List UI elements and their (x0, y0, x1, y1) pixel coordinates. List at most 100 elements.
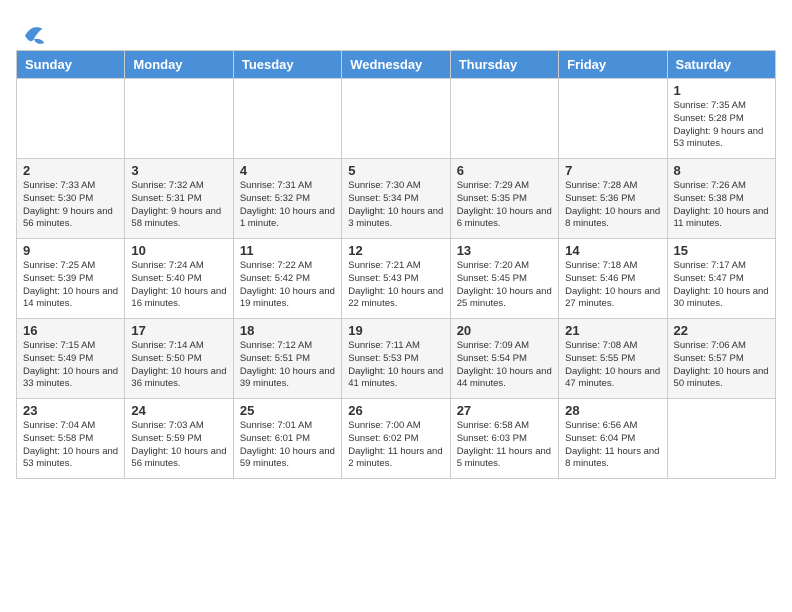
calendar-week-row: 2Sunrise: 7:33 AM Sunset: 5:30 PM Daylig… (17, 159, 776, 239)
day-number: 12 (348, 243, 443, 258)
day-number: 24 (131, 403, 226, 418)
day-info: Sunrise: 6:58 AM Sunset: 6:03 PM Dayligh… (457, 420, 552, 471)
day-info: Sunrise: 7:35 AM Sunset: 5:28 PM Dayligh… (674, 100, 769, 151)
day-of-week-header: Tuesday (233, 51, 341, 79)
calendar-week-row: 16 Sunrise: 7:15 AM Sunset: 5:49 PM Dayli… (17, 319, 776, 399)
day-info: Sunrise: 7:28 AM Sunset: 5:36 PM Dayligh… (565, 180, 660, 231)
day-info: Sunrise: 7:09 AM Sunset: 5:54 PM Dayligh… (457, 340, 552, 391)
calendar-cell: 1 Sunrise: 7:35 AM Sunset: 5:28 PM Daylig… (667, 79, 775, 159)
calendar-cell (17, 79, 125, 159)
day-number: 18 (240, 323, 335, 338)
day-info: Sunrise: 7:30 AM Sunset: 5:34 PM Dayligh… (348, 180, 443, 231)
calendar-cell (667, 399, 775, 479)
calendar-cell: 25 Sunrise: 7:01 AM Sunset: 6:01 PM Dayli… (233, 399, 341, 479)
day-of-week-header: Saturday (667, 51, 775, 79)
day-number: 9 (23, 243, 118, 258)
day-of-week-header: Sunday (17, 51, 125, 79)
day-info: Sunrise: 7:00 AM Sunset: 6:02 PM Dayligh… (348, 420, 443, 471)
calendar-cell (559, 79, 667, 159)
day-info: Sunrise: 7:18 AM Sunset: 5:46 PM Dayligh… (565, 260, 660, 311)
calendar-cell: 7 Sunrise: 7:28 AM Sunset: 5:36 PM Daylig… (559, 159, 667, 239)
calendar-cell: 24 Sunrise: 7:03 AM Sunset: 5:59 PM Dayli… (125, 399, 233, 479)
day-info: Sunrise: 7:20 AM Sunset: 5:45 PM Dayligh… (457, 260, 552, 311)
calendar-cell (233, 79, 341, 159)
day-info: Sunrise: 7:04 AM Sunset: 5:58 PM Dayligh… (23, 420, 118, 471)
calendar-cell: 15 Sunrise: 7:17 AM Sunset: 5:47 PM Dayli… (667, 239, 775, 319)
calendar-cell: 27 Sunrise: 6:58 AM Sunset: 6:03 PM Dayli… (450, 399, 558, 479)
day-number: 7 (565, 163, 660, 178)
calendar-cell: 5 Sunrise: 7:30 AM Sunset: 5:34 PM Daylig… (342, 159, 450, 239)
calendar-week-row: 9Sunrise: 7:25 AM Sunset: 5:39 PM Daylig… (17, 239, 776, 319)
day-number: 13 (457, 243, 552, 258)
calendar-cell: 6 Sunrise: 7:29 AM Sunset: 5:35 PM Daylig… (450, 159, 558, 239)
day-info: Sunrise: 7:22 AM Sunset: 5:42 PM Dayligh… (240, 260, 335, 311)
day-of-week-header: Wednesday (342, 51, 450, 79)
calendar-cell: 28Sunrise: 6:56 AM Sunset: 6:04 PM Dayli… (559, 399, 667, 479)
day-info: Sunrise: 7:14 AM Sunset: 5:50 PM Dayligh… (131, 340, 226, 391)
calendar-cell: 22Sunrise: 7:06 AM Sunset: 5:57 PM Dayli… (667, 319, 775, 399)
day-number: 11 (240, 243, 335, 258)
calendar-header-row: SundayMondayTuesdayWednesdayThursdayFrid… (17, 51, 776, 79)
calendar-cell (342, 79, 450, 159)
day-info: Sunrise: 7:33 AM Sunset: 5:30 PM Dayligh… (23, 180, 118, 231)
calendar-cell: 9Sunrise: 7:25 AM Sunset: 5:39 PM Daylig… (17, 239, 125, 319)
day-of-week-header: Monday (125, 51, 233, 79)
day-number: 20 (457, 323, 552, 338)
calendar-week-row: 23 Sunrise: 7:04 AM Sunset: 5:58 PM Dayli… (17, 399, 776, 479)
day-info: Sunrise: 7:08 AM Sunset: 5:55 PM Dayligh… (565, 340, 660, 391)
day-number: 16 (23, 323, 118, 338)
calendar-cell: 4 Sunrise: 7:31 AM Sunset: 5:32 PM Daylig… (233, 159, 341, 239)
calendar-cell: 26 Sunrise: 7:00 AM Sunset: 6:02 PM Dayli… (342, 399, 450, 479)
day-number: 5 (348, 163, 443, 178)
day-info: Sunrise: 7:31 AM Sunset: 5:32 PM Dayligh… (240, 180, 335, 231)
day-number: 6 (457, 163, 552, 178)
day-number: 8 (674, 163, 769, 178)
day-of-week-header: Thursday (450, 51, 558, 79)
day-number: 25 (240, 403, 335, 418)
calendar-cell: 11 Sunrise: 7:22 AM Sunset: 5:42 PM Dayli… (233, 239, 341, 319)
day-info: Sunrise: 7:24 AM Sunset: 5:40 PM Dayligh… (131, 260, 226, 311)
day-info: Sunrise: 7:12 AM Sunset: 5:51 PM Dayligh… (240, 340, 335, 391)
day-info: Sunrise: 7:21 AM Sunset: 5:43 PM Dayligh… (348, 260, 443, 311)
day-number: 4 (240, 163, 335, 178)
day-number: 27 (457, 403, 552, 418)
day-number: 14 (565, 243, 660, 258)
day-number: 1 (674, 83, 769, 98)
calendar-cell: 10Sunrise: 7:24 AM Sunset: 5:40 PM Dayli… (125, 239, 233, 319)
calendar-cell (450, 79, 558, 159)
day-of-week-header: Friday (559, 51, 667, 79)
calendar: SundayMondayTuesdayWednesdayThursdayFrid… (16, 50, 776, 479)
header (16, 16, 776, 42)
day-info: Sunrise: 7:15 AM Sunset: 5:49 PM Dayligh… (23, 340, 118, 391)
calendar-cell: 23 Sunrise: 7:04 AM Sunset: 5:58 PM Dayli… (17, 399, 125, 479)
day-info: Sunrise: 7:06 AM Sunset: 5:57 PM Dayligh… (674, 340, 769, 391)
day-info: Sunrise: 7:26 AM Sunset: 5:38 PM Dayligh… (674, 180, 769, 231)
day-number: 19 (348, 323, 443, 338)
calendar-cell (125, 79, 233, 159)
day-info: Sunrise: 7:03 AM Sunset: 5:59 PM Dayligh… (131, 420, 226, 471)
calendar-cell: 8 Sunrise: 7:26 AM Sunset: 5:38 PM Daylig… (667, 159, 775, 239)
day-number: 17 (131, 323, 226, 338)
day-number: 21 (565, 323, 660, 338)
calendar-cell: 14 Sunrise: 7:18 AM Sunset: 5:46 PM Dayli… (559, 239, 667, 319)
day-number: 23 (23, 403, 118, 418)
calendar-cell: 18 Sunrise: 7:12 AM Sunset: 5:51 PM Dayli… (233, 319, 341, 399)
day-info: Sunrise: 7:29 AM Sunset: 5:35 PM Dayligh… (457, 180, 552, 231)
day-number: 15 (674, 243, 769, 258)
logo-bird-icon (18, 20, 46, 48)
day-number: 28 (565, 403, 660, 418)
calendar-cell: 12 Sunrise: 7:21 AM Sunset: 5:43 PM Dayli… (342, 239, 450, 319)
day-info: Sunrise: 7:11 AM Sunset: 5:53 PM Dayligh… (348, 340, 443, 391)
logo (16, 20, 46, 42)
day-number: 3 (131, 163, 226, 178)
calendar-cell: 2Sunrise: 7:33 AM Sunset: 5:30 PM Daylig… (17, 159, 125, 239)
day-number: 26 (348, 403, 443, 418)
calendar-cell: 19 Sunrise: 7:11 AM Sunset: 5:53 PM Dayli… (342, 319, 450, 399)
calendar-cell: 21 Sunrise: 7:08 AM Sunset: 5:55 PM Dayli… (559, 319, 667, 399)
day-info: Sunrise: 7:01 AM Sunset: 6:01 PM Dayligh… (240, 420, 335, 471)
calendar-week-row: 1 Sunrise: 7:35 AM Sunset: 5:28 PM Daylig… (17, 79, 776, 159)
calendar-cell: 16 Sunrise: 7:15 AM Sunset: 5:49 PM Dayli… (17, 319, 125, 399)
day-info: Sunrise: 7:17 AM Sunset: 5:47 PM Dayligh… (674, 260, 769, 311)
day-info: Sunrise: 7:32 AM Sunset: 5:31 PM Dayligh… (131, 180, 226, 231)
calendar-cell: 17 Sunrise: 7:14 AM Sunset: 5:50 PM Dayli… (125, 319, 233, 399)
